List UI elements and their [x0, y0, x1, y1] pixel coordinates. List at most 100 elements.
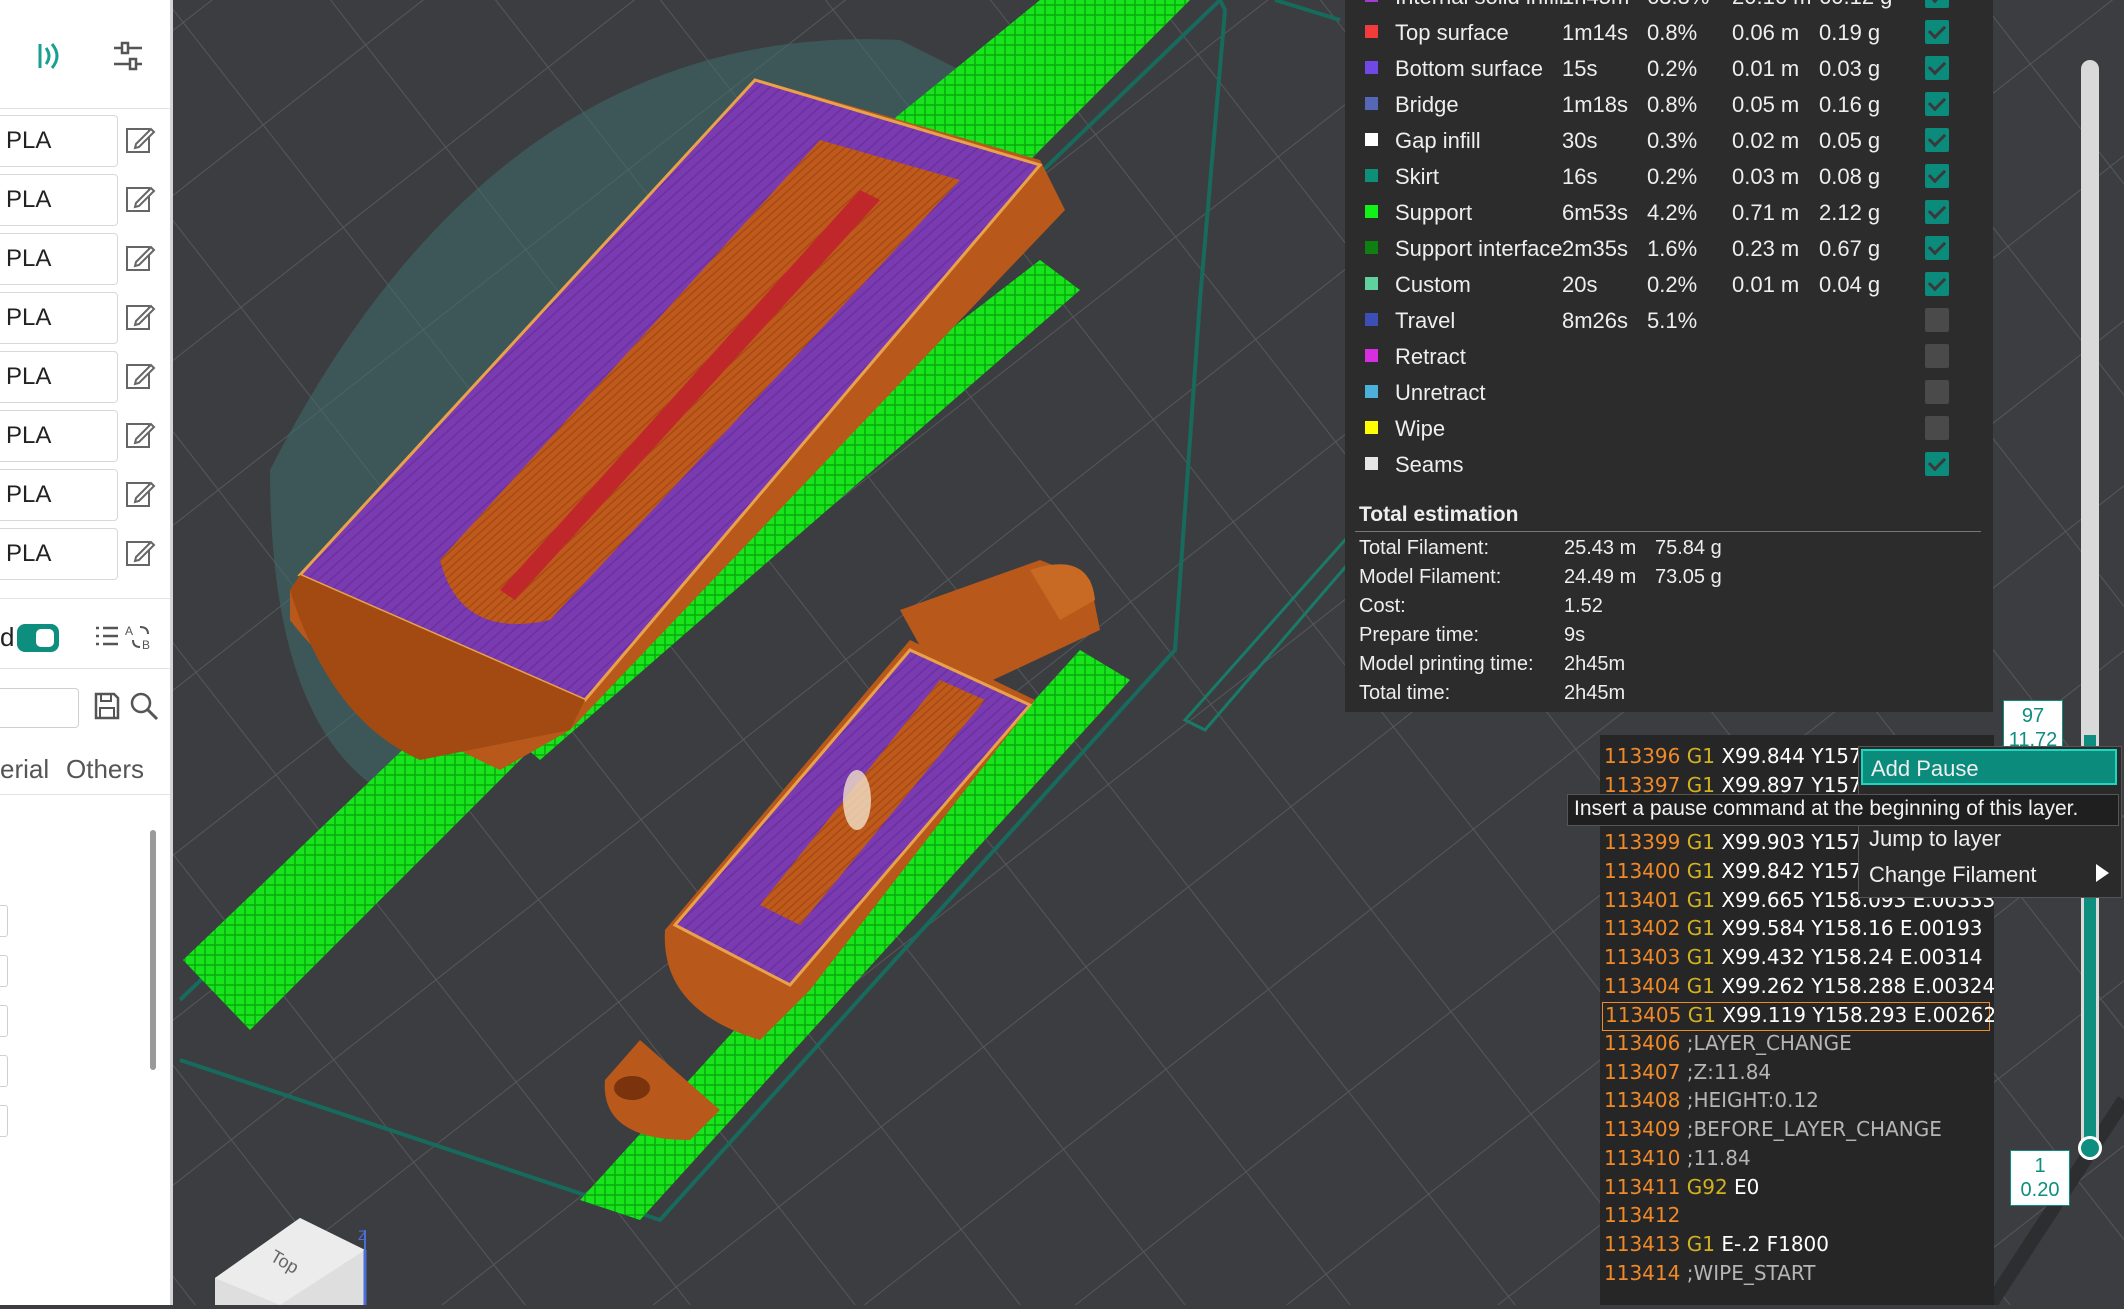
edit-icon[interactable] — [124, 183, 156, 215]
total-value: 2h45m — [1564, 682, 1626, 704]
gcode-line[interactable]: 113412 — [1604, 1203, 1680, 1232]
legend-row: Internal solid infill1h45m 63.3% 20.16 m 60… — [1345, 0, 1993, 16]
legend-visibility-checkbox[interactable] — [1925, 236, 1949, 260]
gcode-line[interactable]: 113410 ;11.84 — [1604, 1146, 1751, 1175]
legend-color-swatch — [1365, 25, 1378, 38]
search-icon[interactable] — [129, 691, 159, 721]
legend-visibility-checkbox[interactable] — [1925, 56, 1949, 80]
layer-slider-lower-label[interactable]: 1 0.20 — [2010, 1150, 2070, 1206]
legend-color-swatch — [1365, 0, 1378, 2]
legend-percent: 5.1% — [1647, 308, 1698, 333]
gcode-line[interactable]: 113413 G1 E-.2 F1800 — [1604, 1232, 1829, 1261]
gcode-line-number: 113411 — [1604, 1174, 1681, 1199]
edit-icon[interactable] — [124, 301, 156, 333]
toggle-switch[interactable] — [17, 624, 59, 652]
setting-field[interactable] — [0, 955, 8, 987]
gcode-line[interactable]: 113408 ;HEIGHT:0.12 — [1604, 1088, 1819, 1117]
gcode-params: X99.842 Y157 — [1721, 858, 1862, 883]
tab-material[interactable]: erial — [0, 754, 49, 785]
settings-sliders-icon[interactable] — [108, 36, 148, 76]
filament-slot-8[interactable]: PLA — [0, 528, 118, 580]
gcode-line[interactable]: 113402 G1 X99.584 Y158.16 E.00193 — [1604, 916, 1983, 945]
gcode-line[interactable]: 113411 G92 E0 — [1604, 1175, 1759, 1204]
sidebar-scrollbar[interactable] — [150, 830, 156, 1070]
connect-icon[interactable] — [30, 36, 70, 76]
filament-label: PLA — [6, 481, 52, 508]
gcode-line[interactable]: 113407 ;Z:11.84 — [1604, 1060, 1771, 1089]
layer-slider-lower-thumb[interactable] — [2078, 1136, 2102, 1160]
filament-slot-2[interactable]: PLA — [0, 174, 118, 226]
gcode-line-current[interactable]: 113405 G1 X99.119 Y158.293 E.00262 — [1602, 1002, 1994, 1032]
filament-slot-4[interactable]: PLA — [0, 292, 118, 344]
legend-length: 0.71 m — [1732, 200, 1800, 225]
legend-visibility-checkbox[interactable] — [1925, 272, 1949, 296]
edit-icon[interactable] — [124, 242, 156, 274]
gcode-line[interactable]: 113414 ;WIPE_START — [1604, 1261, 1816, 1290]
total-value: 1.52 — [1564, 595, 1603, 617]
menu-item-add-pause[interactable]: Add Pause — [1861, 749, 2117, 785]
legend-feature-name: Wipe — [1395, 416, 1446, 441]
total-key: Total Filament: — [1359, 537, 1490, 559]
legend-length: 0.05 m — [1732, 92, 1800, 117]
setting-field[interactable] — [0, 1105, 8, 1137]
search-input[interactable] — [0, 688, 79, 728]
setting-field[interactable] — [0, 1055, 8, 1087]
filament-label: PLA — [6, 245, 52, 272]
legend-visibility-checkbox[interactable] — [1925, 164, 1949, 188]
legend-row: Bridge 1m18s 0.8% 0.05 m 0.16 g — [1345, 88, 1993, 124]
tooltip-text: Insert a pause command at the beginning … — [1574, 797, 2079, 820]
edit-icon[interactable] — [124, 124, 156, 156]
legend-time: 2m35s — [1562, 236, 1629, 261]
sort-swap-icon[interactable]: AB — [124, 622, 156, 652]
filament-slot-7[interactable]: PLA — [0, 469, 118, 521]
filament-slot-3[interactable]: PLA — [0, 233, 118, 285]
legend-visibility-checkbox[interactable] — [1925, 308, 1949, 332]
legend-length: 0.01 m — [1732, 272, 1800, 297]
edit-icon[interactable] — [124, 478, 156, 510]
legend-feature-name: Top surface — [1395, 20, 1509, 45]
gcode-line[interactable]: 113400 G1 X99.842 Y157 — [1604, 859, 1862, 888]
upper-layer-number: 97 — [2021, 705, 2045, 727]
gcode-line-number: 113404 — [1604, 973, 1681, 998]
legend-feature-name: Custom — [1395, 272, 1471, 297]
menu-item-change-filament[interactable]: Change Filament — [1861, 857, 2117, 893]
save-icon[interactable] — [93, 691, 121, 721]
legend-visibility-checkbox[interactable] — [1925, 200, 1949, 224]
tab-others[interactable]: Others — [66, 754, 144, 785]
legend-time: 30s — [1562, 128, 1598, 153]
filament-slot-1[interactable]: PLA — [0, 115, 118, 167]
total-estimation-title: Total estimation — [1359, 503, 1519, 526]
legend-visibility-checkbox[interactable] — [1925, 0, 1949, 8]
legend-visibility-checkbox[interactable] — [1925, 416, 1949, 440]
list-view-icon[interactable] — [93, 622, 121, 650]
menu-item-jump-to-layer[interactable]: Jump to layer — [1861, 821, 2117, 857]
legend-weight: 0.67 g — [1819, 236, 1881, 261]
filament-slot-5[interactable]: PLA — [0, 351, 118, 403]
gcode-line[interactable]: 113399 G1 X99.903 Y157 — [1604, 830, 1862, 859]
legend-visibility-checkbox[interactable] — [1925, 92, 1949, 116]
gcode-params: X99.584 Y158.16 E.00193 — [1721, 916, 1983, 941]
gcode-command: G1 — [1686, 1231, 1715, 1256]
gcode-line[interactable]: 113406 ;LAYER_CHANGE — [1604, 1031, 1852, 1060]
gcode-line[interactable]: 113396 G1 X99.844 Y157 — [1604, 744, 1862, 773]
gcode-line-number: 113413 — [1604, 1231, 1681, 1256]
legend-visibility-checkbox[interactable] — [1925, 128, 1949, 152]
gcode-comment: ;Z:11.84 — [1686, 1059, 1772, 1084]
edit-icon[interactable] — [124, 419, 156, 451]
legend-time: 6m53s — [1562, 200, 1629, 225]
legend-visibility-checkbox[interactable] — [1925, 452, 1949, 476]
setting-field[interactable] — [0, 1005, 8, 1037]
edit-icon[interactable] — [124, 360, 156, 392]
legend-visibility-checkbox[interactable] — [1925, 380, 1949, 404]
setting-field[interactable] — [0, 905, 8, 937]
gcode-line[interactable]: 113409 ;BEFORE_LAYER_CHANGE — [1604, 1117, 1942, 1146]
legend-visibility-checkbox[interactable] — [1925, 344, 1949, 368]
total-value: 9s — [1564, 624, 1586, 646]
legend-color-swatch — [1365, 277, 1378, 290]
edit-icon[interactable] — [124, 537, 156, 569]
gcode-line[interactable]: 113403 G1 X99.432 Y158.24 E.00314 — [1604, 945, 1983, 974]
filament-slot-6[interactable]: PLA — [0, 410, 118, 462]
legend-visibility-checkbox[interactable] — [1925, 20, 1949, 44]
gcode-line[interactable]: 113404 G1 X99.262 Y158.288 E.00324 — [1604, 974, 1994, 1003]
gcode-comment: ;LAYER_CHANGE — [1686, 1031, 1852, 1055]
